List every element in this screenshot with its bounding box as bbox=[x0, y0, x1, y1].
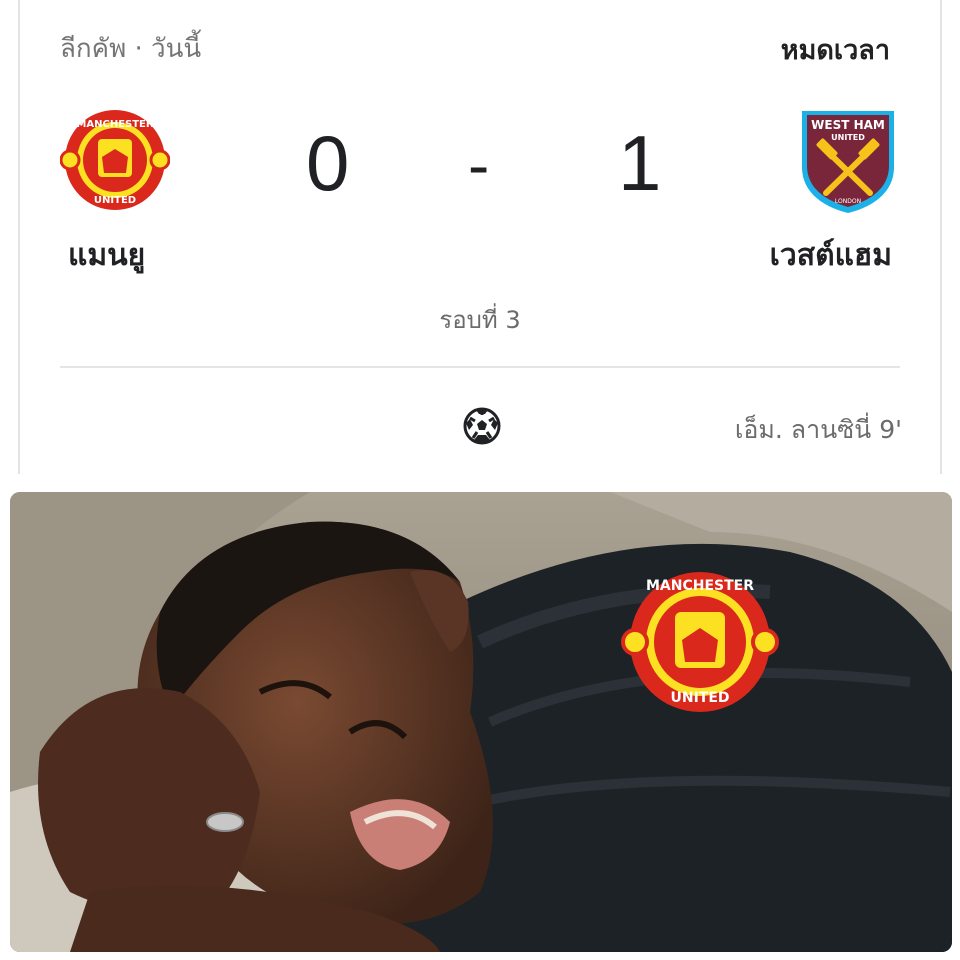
west-ham-united-crest-icon[interactable]: WEST HAM UNITED LONDON bbox=[798, 105, 898, 215]
svg-text:WEST HAM: WEST HAM bbox=[811, 118, 885, 132]
match-status: หมดเวลา bbox=[780, 35, 890, 66]
home-score: 0 bbox=[306, 119, 350, 207]
manchester-united-crest-icon[interactable]: MANCHESTER UNITED bbox=[60, 105, 170, 215]
league-label[interactable]: ลีกคัพ · วันนี้ bbox=[60, 28, 201, 69]
crying-man-photo: MANCHESTER UNITED bbox=[10, 492, 952, 952]
svg-text:LONDON: LONDON bbox=[835, 198, 861, 205]
soccer-ball-icon bbox=[462, 406, 502, 446]
svg-text:MANCHESTER: MANCHESTER bbox=[646, 578, 754, 594]
away-score: 1 bbox=[618, 119, 662, 207]
svg-text:UNITED: UNITED bbox=[670, 690, 729, 706]
score-separator: - bbox=[468, 129, 490, 201]
goal-scorer: เอ็ม. ลานซินี่ 9' bbox=[734, 415, 902, 444]
round-label: รอบที่ 3 bbox=[439, 306, 521, 334]
home-team-name[interactable]: แมนยู bbox=[68, 232, 145, 279]
away-team-name[interactable]: เวสต์แฮม bbox=[770, 232, 892, 279]
card-header: ลีกคัพ · วันนี้ หมดเวลา bbox=[60, 28, 900, 68]
match-score-card[interactable]: ลีกคัพ · วันนี้ หมดเวลา MANCHESTER UNITE… bbox=[18, 0, 942, 474]
svg-text:UNITED: UNITED bbox=[94, 195, 136, 206]
divider bbox=[60, 366, 900, 368]
svg-text:UNITED: UNITED bbox=[831, 133, 865, 142]
svg-text:MANCHESTER: MANCHESTER bbox=[76, 119, 153, 130]
